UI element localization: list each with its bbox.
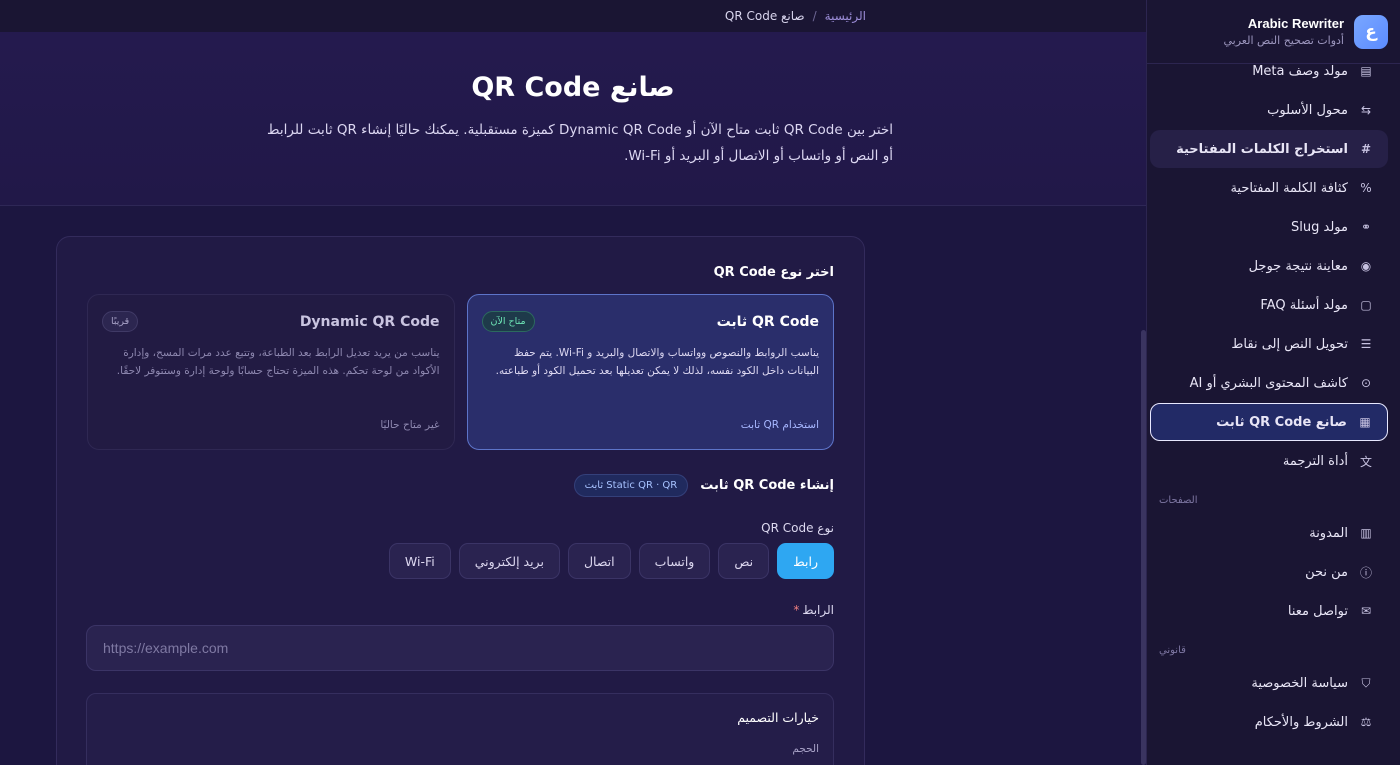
sidebar-item-slug[interactable]: ⚭ مولد Slug: [1150, 208, 1388, 246]
link-icon: ⚭: [1360, 220, 1372, 234]
create-static-title: إنشاء QR Code ثابت: [700, 478, 834, 493]
sidebar-item-style-converter[interactable]: ⇆ محول الأسلوب: [1150, 91, 1388, 129]
sidebar-item-keyword-extract[interactable]: # استخراج الكلمات المفتاحية: [1150, 130, 1388, 168]
percent-icon: %: [1360, 181, 1372, 195]
coming-soon-badge: قريبًا: [102, 311, 139, 332]
brand-name: Arabic Rewriter: [1247, 16, 1344, 31]
dynamic-qr-option: Dynamic QR Code قريبًا يناسب من يريد تعد…: [87, 294, 455, 450]
list-icon: ☰: [1360, 337, 1372, 351]
sidebar-item-terms[interactable]: ⚖ الشروط والأحكام: [1150, 703, 1388, 741]
url-input-placeholder: https://example.com: [103, 640, 229, 656]
breadcrumb-home[interactable]: الرئيسية: [825, 9, 866, 23]
file-icon: ▤: [1360, 64, 1372, 78]
design-size-label: الحجم: [792, 743, 819, 755]
sidebar-nav: ▤ مولد وصف Meta ⇆ محول الأسلوب # استخراج…: [1147, 52, 1400, 741]
type-wifi-button[interactable]: Wi-Fi: [388, 543, 451, 579]
sidebar-item-label: كاشف المحتوى البشري أو AI: [1189, 375, 1348, 391]
sidebar-item-google-preview[interactable]: ◉ معاينة نتيجة جوجل: [1150, 247, 1388, 285]
scale-icon: ⚖: [1360, 715, 1372, 729]
qr-builder-card: اختر نوع QR Code QR Code ثابت متاح الآن …: [56, 236, 865, 765]
sidebar-item-label: من نحن: [1305, 564, 1348, 580]
choose-type-title: اختر نوع QR Code: [713, 265, 834, 280]
design-options-panel: خيارات التصميم الحجم: [86, 693, 834, 765]
sidebar-item-translate[interactable]: 文 أداة الترجمة: [1150, 442, 1388, 480]
nav-section-pages: الصفحات: [1159, 495, 1198, 506]
hash-icon: #: [1360, 142, 1372, 156]
sidebar-item-label: صانع QR Code ثابت: [1216, 414, 1347, 430]
sidebar-item-label: المدونة: [1309, 525, 1348, 541]
brand-logo: ع: [1354, 14, 1388, 49]
main-content: الرئيسية / صانع QR Code صانع QR Code اخت…: [0, 0, 1146, 765]
page-title: صانع QR Code: [471, 72, 675, 103]
available-badge: متاح الآن: [481, 311, 535, 332]
type-whatsapp-button[interactable]: واتساب: [638, 543, 711, 579]
qr-type-selector: رابط نص واتساب اتصال بريد إلكتروني Wi-Fi: [87, 543, 834, 579]
static-qr-pill: Static QR · QR ثابت: [573, 474, 689, 497]
info-icon: ⓘ: [1359, 565, 1372, 580]
translate-icon: 文: [1359, 454, 1372, 469]
mail-icon: ✉: [1360, 604, 1372, 618]
sidebar-item-label: الشروط والأحكام: [1254, 714, 1348, 730]
static-qr-title: QR Code ثابت: [716, 313, 819, 330]
sidebar-item-faq[interactable]: ▢ مولد أسئلة FAQ: [1150, 286, 1388, 324]
book-icon: ▥: [1360, 526, 1372, 540]
sidebar-item-qr-static[interactable]: ▦ صانع QR Code ثابت: [1150, 403, 1388, 441]
sidebar-item-privacy[interactable]: ⛉ سياسة الخصوصية: [1150, 664, 1388, 702]
breadcrumb-current: صانع QR Code: [724, 9, 805, 23]
sidebar-item-label: كثافة الكلمة المفتاحية: [1230, 180, 1348, 196]
breadcrumb: الرئيسية / صانع QR Code: [0, 0, 1146, 32]
scan-icon: ⊙: [1360, 376, 1372, 390]
sidebar-item-label: سياسة الخصوصية: [1251, 675, 1348, 691]
sidebar-item-label: مولد وصف Meta: [1252, 63, 1348, 79]
breadcrumb-separator: /: [812, 9, 817, 23]
url-input[interactable]: https://example.com: [86, 625, 834, 671]
hero: صانع QR Code اختر بين QR Code ثابت متاح …: [0, 32, 1146, 206]
sidebar-item-label: محول الأسلوب: [1267, 102, 1348, 118]
qr-type-label: نوع QR Code: [761, 521, 834, 535]
dynamic-qr-title: Dynamic QR Code: [299, 313, 440, 330]
brand-subtitle: أدوات تصحيح النص العربي: [1223, 34, 1344, 47]
static-qr-option[interactable]: QR Code ثابت متاح الآن يناسب الروابط وال…: [466, 294, 834, 450]
sidebar-item-keyword-density[interactable]: % كثافة الكلمة المفتاحية: [1150, 169, 1388, 207]
create-static-header: إنشاء QR Code ثابت Static QR · QR ثابت: [87, 474, 834, 497]
page-description: اختر بين QR Code ثابت متاح الآن أو Dynam…: [267, 122, 893, 164]
url-field-label: الرابط*: [87, 603, 834, 617]
sidebar-item-bullets[interactable]: ☰ تحويل النص إلى نقاط: [1150, 325, 1388, 363]
type-url-button[interactable]: رابط: [777, 543, 834, 579]
use-static-qr-link[interactable]: استخدام QR ثابت: [741, 419, 819, 431]
sidebar: ع Arabic Rewriter أدوات تصحيح النص العرب…: [1146, 0, 1400, 765]
unavailable-status: غير متاح حاليًا: [380, 419, 440, 431]
qr-icon: ▦: [1359, 415, 1371, 429]
sidebar-item-contact[interactable]: ✉ تواصل معنا: [1150, 592, 1388, 630]
dynamic-qr-description: يناسب من يريد تعديل الرابط بعد الطباعة، …: [116, 347, 440, 377]
sidebar-item-ai-detector[interactable]: ⊙ كاشف المحتوى البشري أو AI: [1150, 364, 1388, 402]
url-label-text: الرابط: [802, 603, 834, 617]
sidebar-item-label: معاينة نتيجة جوجل: [1248, 258, 1348, 274]
sidebar-item-label: تحويل النص إلى نقاط: [1231, 336, 1348, 352]
type-email-button[interactable]: بريد إلكتروني: [458, 543, 560, 579]
type-call-button[interactable]: اتصال: [567, 543, 631, 579]
sidebar-item-label: أداة الترجمة: [1282, 453, 1348, 469]
swap-icon: ⇆: [1360, 103, 1372, 117]
sidebar-item-label: تواصل معنا: [1287, 603, 1348, 619]
sidebar-item-about[interactable]: ⓘ من نحن: [1150, 553, 1388, 591]
design-options-title: خيارات التصميم: [737, 710, 819, 725]
required-mark: *: [793, 603, 800, 617]
shield-icon: ⛉: [1361, 675, 1371, 690]
sidebar-item-label: استخراج الكلمات المفتاحية: [1176, 141, 1348, 157]
sidebar-item-meta[interactable]: ▤ مولد وصف Meta: [1150, 52, 1388, 90]
type-text-button[interactable]: نص: [718, 543, 770, 579]
sidebar-item-label: مولد أسئلة FAQ: [1260, 297, 1348, 313]
sidebar-item-blog[interactable]: ▥ المدونة: [1150, 514, 1388, 552]
sidebar-item-label: مولد Slug: [1291, 219, 1348, 235]
static-qr-description: يناسب الروابط والنصوص وواتساب والاتصال و…: [495, 347, 819, 377]
eye-icon: ◉: [1360, 259, 1372, 273]
scrollbar[interactable]: [1141, 330, 1146, 765]
chat-icon: ▢: [1360, 298, 1372, 312]
nav-section-legal: قانوني: [1159, 645, 1186, 656]
qr-type-options: QR Code ثابت متاح الآن يناسب الروابط وال…: [87, 294, 834, 450]
